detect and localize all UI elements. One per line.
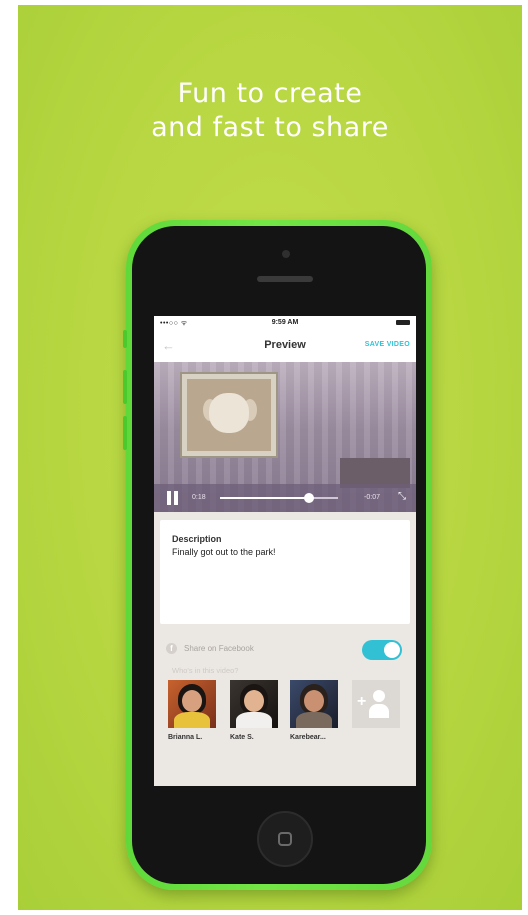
share-facebook-label: Share on Facebook: [184, 644, 254, 653]
tagged-people: Brianna L. Kate S. Karebear... +: [168, 680, 413, 760]
app-screen: •••○○ ᯤ 9:59 AM ← Preview SAVE VIDEO 0:1…: [154, 316, 416, 786]
pause-icon[interactable]: [166, 491, 180, 505]
front-camera: [282, 250, 290, 258]
home-square-icon: [278, 832, 292, 846]
person-tile[interactable]: Brianna L.: [168, 680, 222, 741]
share-facebook-row: f Share on Facebook: [160, 638, 410, 660]
headline: Fun to create and fast to share: [18, 77, 522, 145]
person-tile[interactable]: Kate S.: [230, 680, 284, 741]
avatar: [230, 680, 278, 728]
playback-controls: 0:18 -0:07 ⤡: [154, 484, 416, 512]
status-bar: •••○○ ᯤ 9:59 AM: [154, 316, 416, 330]
phone-device: •••○○ ᯤ 9:59 AM ← Preview SAVE VIDEO 0:1…: [123, 220, 432, 890]
description-field[interactable]: Description Finally got out to the park!: [160, 520, 410, 624]
nav-bar: ← Preview SAVE VIDEO: [154, 330, 416, 362]
volume-up-button: [123, 370, 127, 404]
volume-down-button: [123, 416, 127, 450]
remaining-time: -0:07: [364, 494, 380, 501]
person-name: Brianna L.: [168, 734, 203, 741]
toggle-knob: [384, 642, 400, 658]
save-video-button[interactable]: SAVE VIDEO: [365, 341, 410, 348]
headline-line-1: Fun to create: [177, 78, 363, 109]
scrubber-track[interactable]: [220, 493, 338, 503]
person-name: Kate S.: [230, 734, 254, 741]
who-is-in-video-label: Who's in this video?: [172, 666, 239, 675]
facebook-icon: f: [166, 643, 177, 654]
avatar: [168, 680, 216, 728]
person-tile[interactable]: Karebear...: [290, 680, 344, 741]
mute-switch: [123, 330, 127, 348]
phone-bezel: •••○○ ᯤ 9:59 AM ← Preview SAVE VIDEO 0:1…: [132, 226, 426, 884]
share-facebook-toggle[interactable]: [362, 640, 402, 660]
current-time: 0:18: [192, 494, 206, 501]
scrubber-knob[interactable]: [303, 493, 314, 503]
add-person-icon: [373, 690, 385, 702]
dog-image: [209, 393, 249, 433]
fullscreen-icon[interactable]: ⤡: [398, 492, 408, 502]
scrubber-progress: [220, 497, 309, 499]
earpiece-speaker: [257, 276, 313, 282]
person-name: Karebear...: [290, 734, 326, 741]
home-button[interactable]: [257, 811, 313, 867]
video-preview[interactable]: 0:18 -0:07 ⤡: [154, 362, 416, 512]
description-text[interactable]: Finally got out to the park!: [172, 547, 276, 557]
avatar: [290, 680, 338, 728]
headline-line-2: and fast to share: [151, 112, 389, 143]
picture-frame: [182, 374, 276, 456]
add-person-icon-body: [369, 704, 389, 718]
battery-icon: [396, 320, 410, 325]
plus-icon: +: [357, 693, 367, 710]
description-label: Description: [172, 534, 222, 544]
add-person-button[interactable]: +: [352, 680, 400, 728]
status-time: 9:59 AM: [271, 319, 299, 326]
